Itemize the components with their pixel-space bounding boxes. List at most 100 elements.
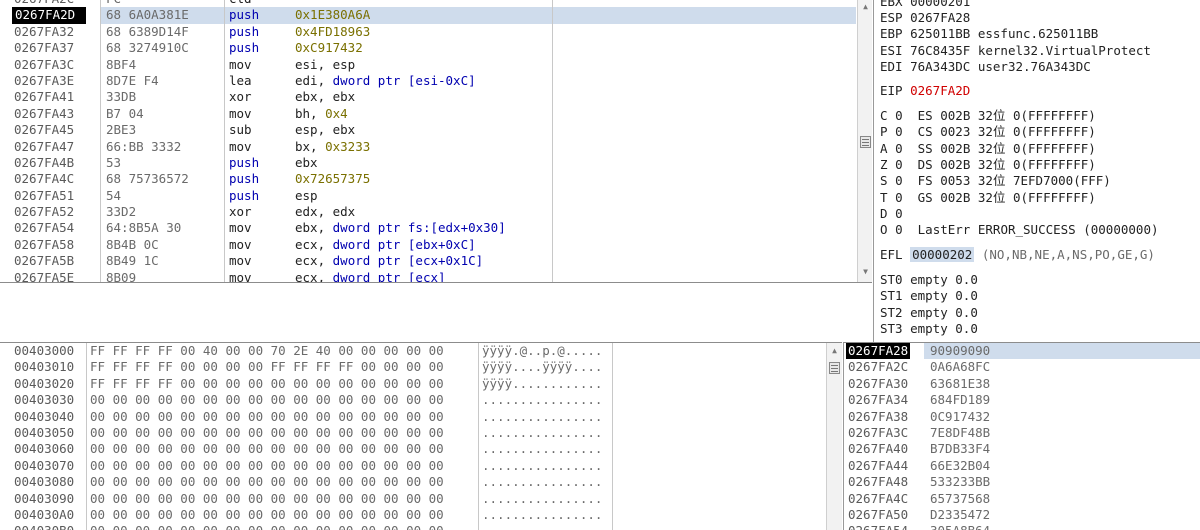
stack-row[interactable]: 0267FA30 63681E38: [844, 376, 1200, 392]
instruction-bytes: 8BF4: [106, 56, 137, 72]
segment-row[interactable]: A 0 SS 002B 32位 0(FFFFFFFF): [880, 141, 1096, 157]
register-esi[interactable]: ESI 76C8435F kernel32.VirtualProtect: [880, 43, 1151, 59]
disassembly-scrollbar[interactable]: ▲ ▼: [857, 0, 872, 282]
disasm-row[interactable]: 0267FA5E 8B09 mov ecx, dword ptr [ecx]: [0, 270, 858, 282]
scroll-thumb[interactable]: [860, 136, 871, 148]
registers-pane[interactable]: EBX 00000201 ESP 0267FA28 EBP 625011BB e…: [873, 0, 1200, 342]
stack-row[interactable]: 0267FA48 533233BB: [844, 474, 1200, 490]
instruction-operands: 0x72657375: [295, 171, 557, 187]
memory-dump-pane[interactable]: 00403000 FF FF FF FF 00 40 00 00 70 2E 40…: [0, 342, 842, 530]
disasm-row[interactable]: 0267FA45 2BE3 sub esp, ebx: [0, 122, 858, 138]
scroll-down-arrow-icon[interactable]: ▼: [861, 268, 870, 276]
dump-scrollbar[interactable]: ▲: [826, 343, 842, 530]
segment-bits: 32位: [977, 173, 1006, 189]
register-efl[interactable]: EFL 00000202 (NO,NB,NE,A,NS,PO,GE,G): [880, 247, 1155, 263]
column-divider: [86, 343, 87, 530]
operand-part: dword ptr: [332, 72, 408, 88]
scroll-up-arrow-icon[interactable]: ▲: [861, 3, 870, 11]
fpu-register[interactable]: ST3 empty 0.0: [880, 321, 978, 337]
instruction-bytes: 64:8B5A 30: [106, 220, 182, 236]
flag-value: 0: [895, 124, 903, 140]
disasm-row[interactable]: 0267FA3C 8BF4 mov esi, esp: [0, 57, 858, 73]
scroll-up-arrow-icon[interactable]: ▲: [830, 347, 839, 355]
register-eip[interactable]: EIP 0267FA2D: [880, 83, 970, 99]
disasm-row[interactable]: 0267FA2C FCcld: [0, 0, 858, 7]
stack-row[interactable]: 0267FA28 90909090: [844, 343, 1200, 360]
operand-part: 0x3233: [325, 138, 371, 154]
operand-part: ebx,: [295, 220, 333, 236]
fpu-register[interactable]: ST1 empty 0.0: [880, 288, 978, 304]
instruction-bytes: 54: [106, 187, 122, 203]
stack-row[interactable]: 0267FA54 305A8B64: [844, 523, 1200, 530]
instruction-operands: ebx, ebx: [295, 89, 557, 105]
stack-row[interactable]: 0267FA2C 0A6A68FC: [844, 359, 1200, 375]
stack-row[interactable]: 0267FA44 66E32B04: [844, 458, 1200, 474]
flag-d[interactable]: D 0: [880, 206, 903, 222]
segment-bits: 32位: [977, 108, 1006, 123]
operand-part: [ebx+0xC]: [407, 236, 476, 252]
segment-bits: 32位: [977, 140, 1006, 156]
stack-row[interactable]: 0267FA40 B7DB33F4: [844, 441, 1200, 457]
segment-row[interactable]: C 0 ES 002B 32位 0(FFFFFFFF): [880, 108, 1096, 124]
segment-row[interactable]: S 0 FS 0053 32位 7EFD7000(FFF): [880, 173, 1111, 189]
instruction-mnemonic: cld: [229, 0, 289, 7]
disasm-row[interactable]: 0267FA52 33D2 xor edx, edx: [0, 204, 858, 220]
disasm-row[interactable]: 0267FA54 64:8B5A 30 mov ebx, dword ptr fs:[…: [0, 220, 858, 236]
disasm-row[interactable]: 0267FA41 33DB xor ebx, ebx: [0, 89, 858, 105]
segment-row[interactable]: T 0 GS 002B 32位 0(FFFFFFFF): [880, 190, 1096, 206]
segment-name: ES: [917, 108, 933, 123]
instruction-mnemonic: mov: [229, 105, 252, 121]
info-pane: [0, 282, 872, 340]
register-esp[interactable]: ESP 0267FA28: [880, 10, 978, 26]
stack-row[interactable]: 0267FA3C 7E8DF48B: [844, 425, 1200, 441]
instruction-address: 0267FA3E: [14, 72, 75, 88]
stack-row[interactable]: 0267FA4C 65737568: [844, 491, 1200, 507]
fpu-register[interactable]: ST0 empty 0.0: [880, 272, 978, 288]
segment-range: 0(FFFFFFFF): [1012, 124, 1096, 140]
register-name: EDI: [880, 58, 903, 74]
register-annotation: essfunc.625011BB: [977, 26, 1099, 42]
dump-ascii: ................: [482, 457, 603, 473]
register-edi[interactable]: EDI 76A343DC user32.76A343DC: [880, 59, 1091, 75]
register-ebp[interactable]: EBP 625011BB essfunc.625011BB: [880, 26, 1098, 42]
last-error[interactable]: O 0 LastErr ERROR_SUCCESS (00000000): [880, 222, 1159, 238]
fpu-register[interactable]: ST2 empty 0.0: [880, 305, 978, 321]
stack-value: 7E8DF48B: [930, 424, 991, 440]
stack-address: 0267FA28: [846, 343, 911, 360]
disasm-row[interactable]: 0267FA37 68 3274910C push 0xC917432: [0, 40, 858, 56]
disasm-row[interactable]: 0267FA3E 8D7E F4 lea edi, dword ptr [esi-0x…: [0, 73, 858, 89]
disasm-row[interactable]: 0267FA43 B7 04 mov bh, 0x4: [0, 106, 858, 122]
segment-bits: 32位: [977, 124, 1006, 140]
instruction-address: 0267FA51: [14, 187, 75, 203]
instruction-mnemonic: mov: [229, 253, 252, 269]
stack-value: 684FD189: [930, 392, 991, 408]
disasm-row[interactable]: 0267FA58 8B4B 0C mov ecx, dword ptr [ebx+0x…: [0, 237, 858, 253]
disasm-row[interactable]: 0267FA4C 68 75736572 push 0x72657375: [0, 171, 858, 187]
scroll-thumb[interactable]: [829, 362, 840, 374]
instruction-address: 0267FA41: [14, 89, 75, 105]
column-divider: [100, 0, 101, 282]
stack-row[interactable]: 0267FA38 0C917432: [844, 409, 1200, 425]
operand-part: bx,: [295, 138, 326, 154]
disasm-row[interactable]: 0267FA32 68 6389D14F push 0x4FD18963: [0, 24, 858, 40]
dump-ascii: ................: [482, 490, 603, 506]
disasm-row[interactable]: 0267FA5B 8B49 1C mov ecx, dword ptr [ecx+0x…: [0, 253, 858, 269]
flag-value: 0: [895, 173, 903, 189]
disasm-row[interactable]: 0267FA47 66:BB 3332 mov bx, 0x3233: [0, 139, 858, 155]
stack-pane[interactable]: 0267FA28 90909090 0267FA2C 0A6A68FC 0267FA30…: [843, 342, 1200, 530]
disasm-row[interactable]: 0267FA4B 53 push ebx: [0, 155, 858, 171]
segment-selector: 002B: [940, 140, 971, 156]
segment-row[interactable]: P 0 CS 0023 32位 0(FFFFFFFF): [880, 124, 1096, 140]
disasm-row[interactable]: 0267FA51 54 push esp: [0, 188, 858, 204]
instruction-mnemonic: mov: [229, 269, 252, 282]
disasm-row[interactable]: 0267FA2D 68 6A0A381E push 0x1E380A6A: [0, 7, 858, 24]
register-ebx[interactable]: EBX 00000201: [880, 0, 978, 10]
instruction-mnemonic: push: [229, 171, 260, 187]
stack-row[interactable]: 0267FA34 684FD189: [844, 392, 1200, 408]
stack-row[interactable]: 0267FA50 D2335472: [844, 507, 1200, 523]
disassembly-pane[interactable]: 0267FA2C FCcld 0267FA2D 68 6A0A381E push 0x1E…: [0, 0, 872, 282]
register-value: 76C8435F: [910, 42, 971, 58]
segment-row[interactable]: Z 0 DS 002B 32位 0(FFFFFFFF): [880, 157, 1096, 173]
instruction-operands: 0xC917432: [295, 40, 557, 56]
dump-address: 00403070: [14, 457, 75, 473]
